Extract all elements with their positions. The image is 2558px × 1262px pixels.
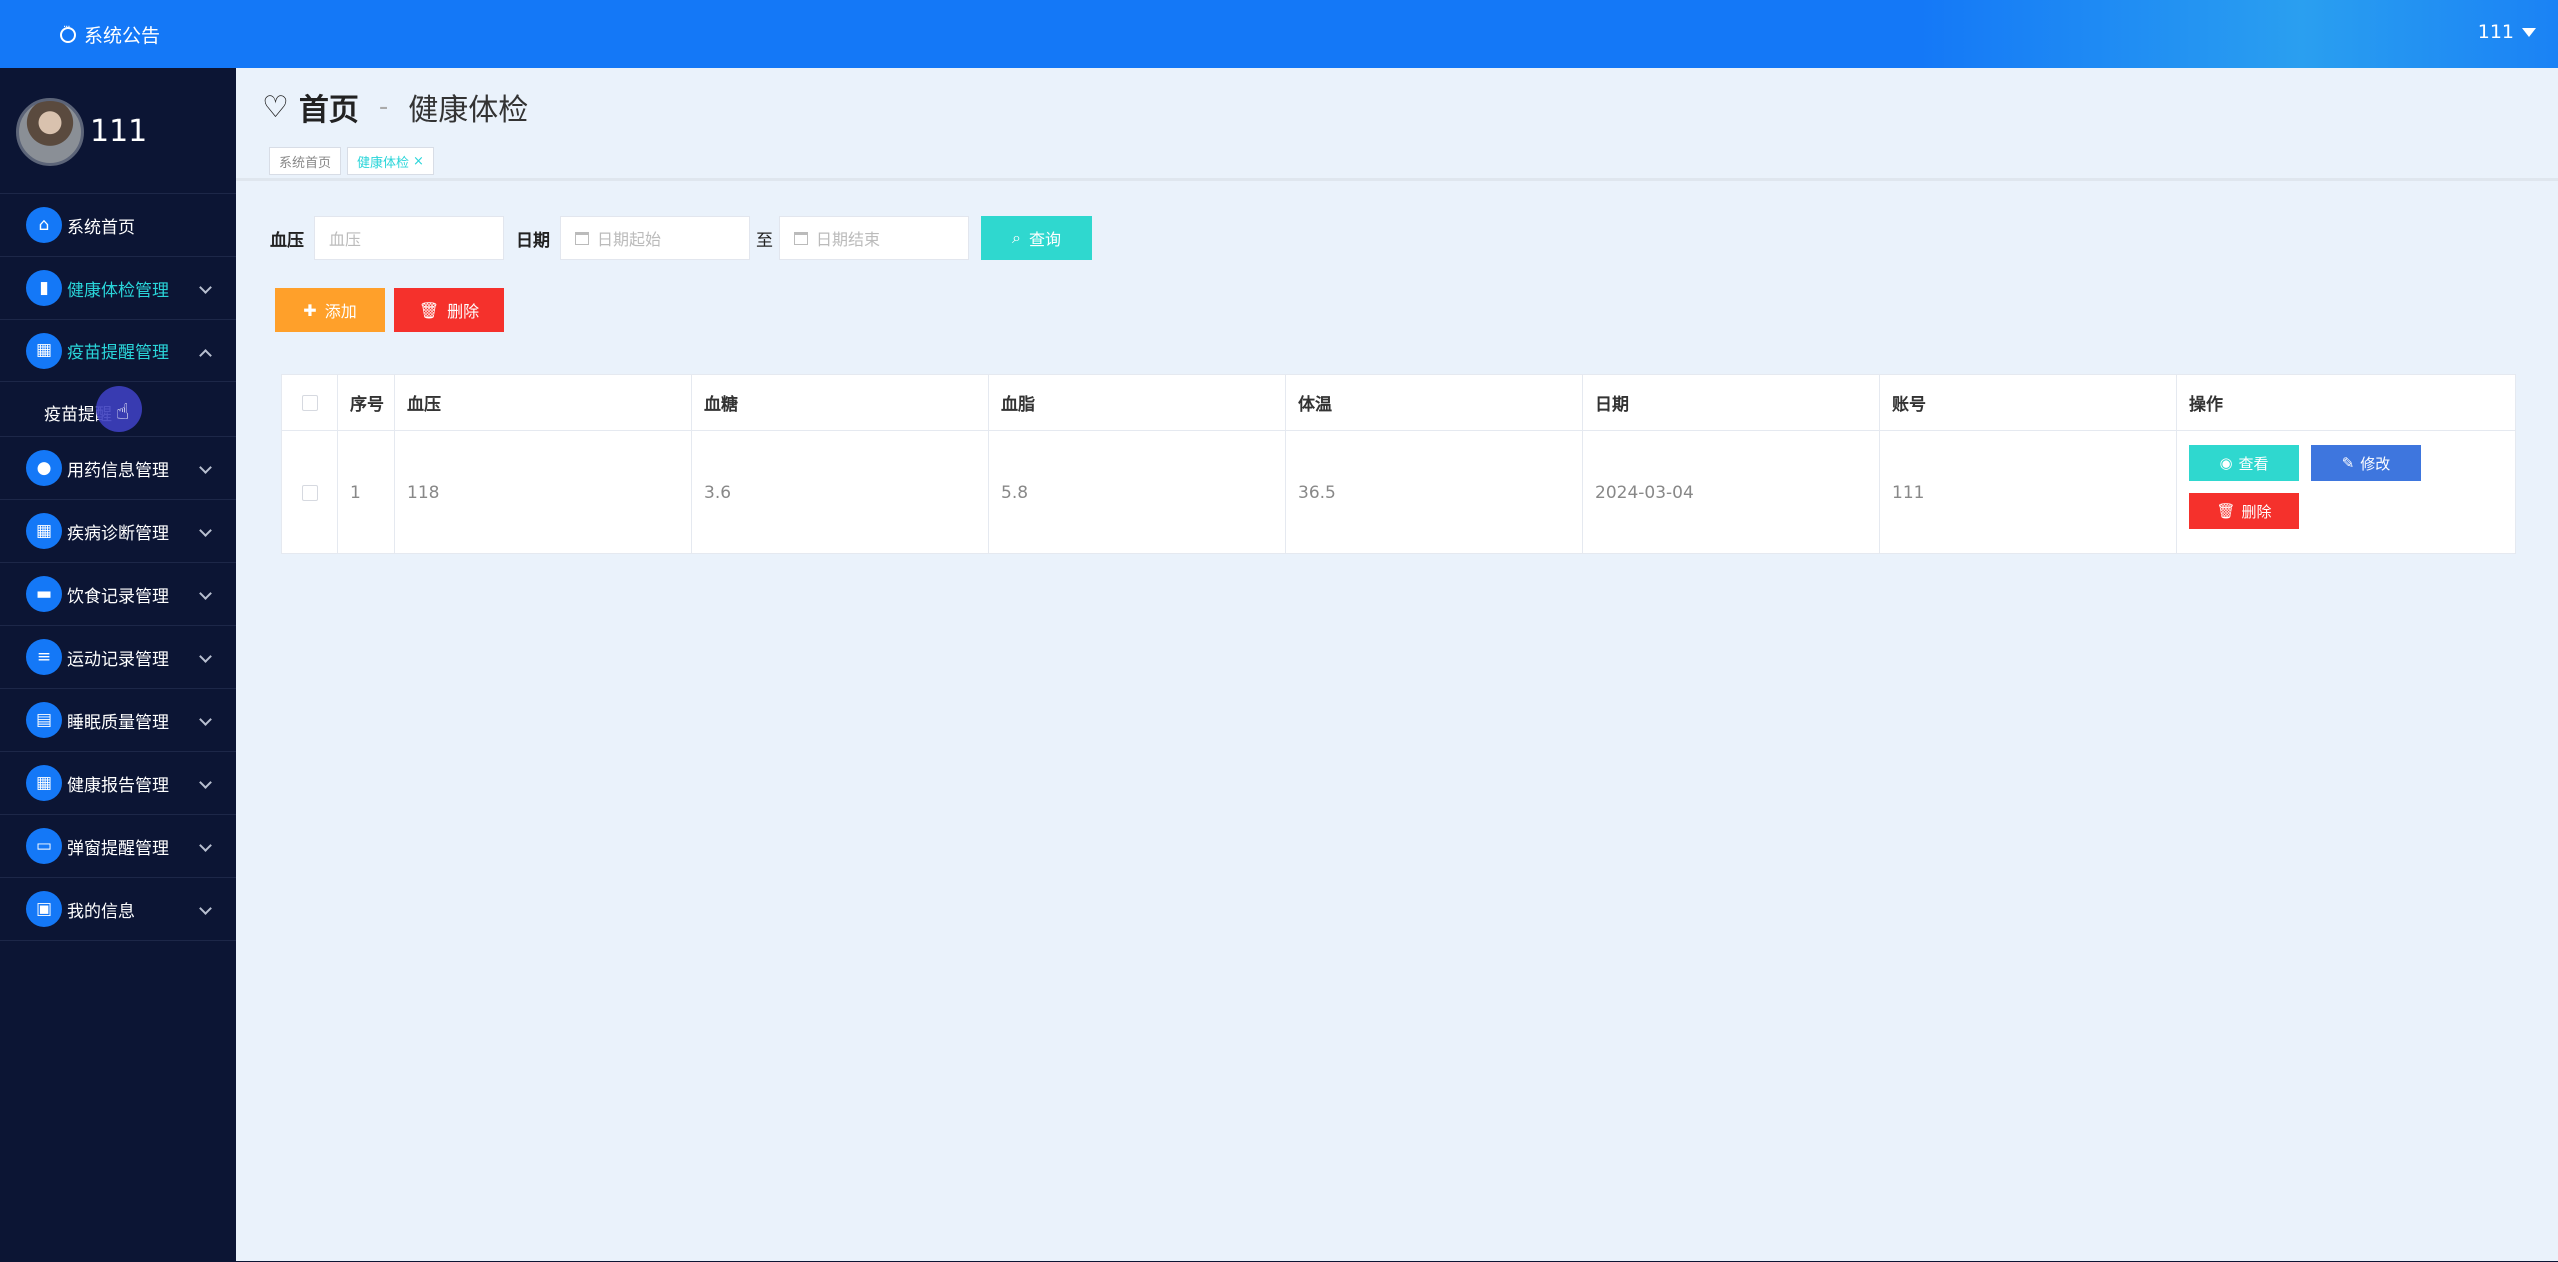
sidebar-item-my-info[interactable]: ▣ 我的信息 <box>0 878 236 941</box>
location-pin-icon: ● <box>26 450 62 486</box>
date-end-input[interactable]: 日期结束 <box>779 216 969 260</box>
sidebar-item-health-check[interactable]: ▮ 健康体检管理 <box>0 257 236 320</box>
view-button[interactable]: ◉ 查看 <box>2189 445 2299 481</box>
calendar-icon <box>575 231 589 245</box>
search-bar: 血压 血压 日期 日期起始 至 日期结束 ⌕ 查询 <box>270 216 1092 260</box>
chevron-down-icon <box>199 461 212 474</box>
user-menu-label: 111 <box>2477 21 2514 43</box>
data-table: 序号 血压 血糖 血脂 体温 日期 账号 操作 1 118 3.6 5.8 36… <box>281 374 2516 554</box>
chevron-up-icon <box>199 349 212 362</box>
breadcrumb-home[interactable]: 首页 <box>299 85 359 129</box>
header-temp: 体温 <box>1286 375 1583 430</box>
cell-date: 2024-03-04 <box>1583 431 1880 554</box>
header-account: 账号 <box>1880 375 2177 430</box>
sidebar-item-medication[interactable]: ● 用药信息管理 <box>0 437 236 500</box>
eye-icon: ◉ <box>2219 454 2233 472</box>
cell-sugar: 3.6 <box>692 431 989 554</box>
hand-cursor-icon: ☝ <box>116 400 130 425</box>
delete-button[interactable]: 🗑 删除 <box>394 288 504 332</box>
caret-down-icon <box>2522 27 2536 37</box>
cell-temp: 36.5 <box>1286 431 1583 554</box>
calendar-icon <box>794 231 808 245</box>
profile-username: 111 <box>90 114 148 149</box>
row-delete-button[interactable]: 🗑 删除 <box>2189 493 2299 529</box>
sidebar-subitem-vaccine-reminder[interactable]: 疫苗提醒 ☝ <box>0 382 236 437</box>
grid-icon: ▦ <box>26 513 62 549</box>
chevron-down-icon <box>199 524 212 537</box>
header-actions: 操作 <box>2189 395 2223 415</box>
chat-bubble-icon <box>60 22 76 43</box>
card-icon: ▣ <box>26 891 62 927</box>
user-menu[interactable]: 111 <box>2478 21 2536 43</box>
sidebar-item-vaccine[interactable]: ▦ 疫苗提醒管理 <box>0 320 236 382</box>
sidebar-item-diagnosis[interactable]: ▦ 疾病诊断管理 <box>0 500 236 563</box>
header-bp: 血压 <box>395 375 692 430</box>
profile: 111 <box>0 68 236 194</box>
tab-health-check[interactable]: 健康体检 × <box>347 147 434 175</box>
breadcrumb-separator: - <box>378 92 389 122</box>
tab-home[interactable]: 系统首页 <box>269 147 342 175</box>
date-label: 日期 <box>516 230 550 251</box>
chevron-down-icon <box>199 281 212 294</box>
row-checkbox[interactable] <box>301 484 318 501</box>
cell-account: 111 <box>1880 431 2177 554</box>
query-button[interactable]: ⌕ 查询 <box>981 216 1092 260</box>
grid-icon: ▦ <box>26 765 62 801</box>
sidebar-item-sleep[interactable]: ▤ 睡眠质量管理 <box>0 689 236 752</box>
header-lipid: 血脂 <box>989 375 1286 430</box>
chevron-down-icon <box>199 839 212 852</box>
chevron-down-icon <box>199 776 212 789</box>
page-header: ♡ 首页 - 健康体检 系统首页 健康体检 × <box>236 68 2558 181</box>
heart-icon: ♡ <box>262 89 289 125</box>
grid-icon: ▦ <box>26 332 62 369</box>
monitor-icon: ▭ <box>26 828 62 864</box>
table-header: 序号 血压 血糖 血脂 体温 日期 账号 操作 <box>282 375 2515 431</box>
date-start-input[interactable]: 日期起始 <box>560 216 750 260</box>
sidebar-item-home[interactable]: ⌂ 系统首页 <box>0 194 236 257</box>
add-button[interactable]: ✚ 添加 <box>275 288 385 332</box>
pencil-icon: ✎ <box>2341 454 2355 472</box>
cell-index: 1 <box>338 431 395 554</box>
table-row: 1 118 3.6 5.8 36.5 2024-03-04 111 ◉ 查看 ✎… <box>282 431 2515 554</box>
system-notice-label: 系统公告 <box>84 25 161 47</box>
search-icon: ⌕ <box>1012 228 1021 247</box>
plus-icon: ✚ <box>303 300 317 320</box>
tab-bar: 系统首页 健康体检 × <box>269 147 434 175</box>
edit-button[interactable]: ✎ 修改 <box>2311 445 2421 481</box>
clipboard-icon: ▤ <box>26 702 62 738</box>
header-index: 序号 <box>338 375 395 430</box>
sidebar-item-exercise[interactable]: ≡ 运动记录管理 <box>0 626 236 689</box>
sidebar-item-report[interactable]: ▦ 健康报告管理 <box>0 752 236 815</box>
trash-icon: 🗑 <box>2216 502 2236 520</box>
avatar <box>16 98 84 166</box>
page-title: 健康体检 <box>408 93 529 128</box>
cell-bp: 118 <box>395 431 692 554</box>
sidebar-item-diet[interactable]: ▬ 饮食记录管理 <box>0 563 236 626</box>
top-bar: 系统公告 111 <box>0 0 2558 68</box>
bp-input[interactable]: 血压 <box>314 216 504 260</box>
header-date: 日期 <box>1583 375 1880 430</box>
briefcase-icon: ▬ <box>26 576 62 612</box>
bar-chart-icon: ▮ <box>26 270 62 306</box>
system-notice[interactable]: 系统公告 <box>60 21 160 48</box>
close-icon[interactable]: × <box>413 154 424 169</box>
sidebar-item-popup-reminder[interactable]: ▭ 弹窗提醒管理 <box>0 815 236 878</box>
select-all-checkbox[interactable] <box>301 394 318 411</box>
chevron-down-icon <box>199 650 212 663</box>
row-actions: ◉ 查看 ✎ 修改 🗑 删除 <box>2189 445 2489 535</box>
sliders-icon: ≡ <box>26 639 62 675</box>
home-icon: ⌂ <box>26 207 62 243</box>
chevron-down-icon <box>199 713 212 726</box>
breadcrumb: ♡ 首页 - 健康体检 <box>262 85 528 129</box>
bp-label: 血压 <box>270 230 304 251</box>
trash-icon: 🗑 <box>418 300 440 320</box>
to-label: 至 <box>756 230 773 251</box>
sidebar: 111 ⌂ 系统首页 ▮ 健康体检管理 ▦ 疫苗提醒管理 疫苗提醒 ☝ ● 用药… <box>0 68 236 1262</box>
chevron-down-icon <box>199 587 212 600</box>
header-sugar: 血糖 <box>692 375 989 430</box>
chevron-down-icon <box>199 902 212 915</box>
cell-lipid: 5.8 <box>989 431 1286 554</box>
